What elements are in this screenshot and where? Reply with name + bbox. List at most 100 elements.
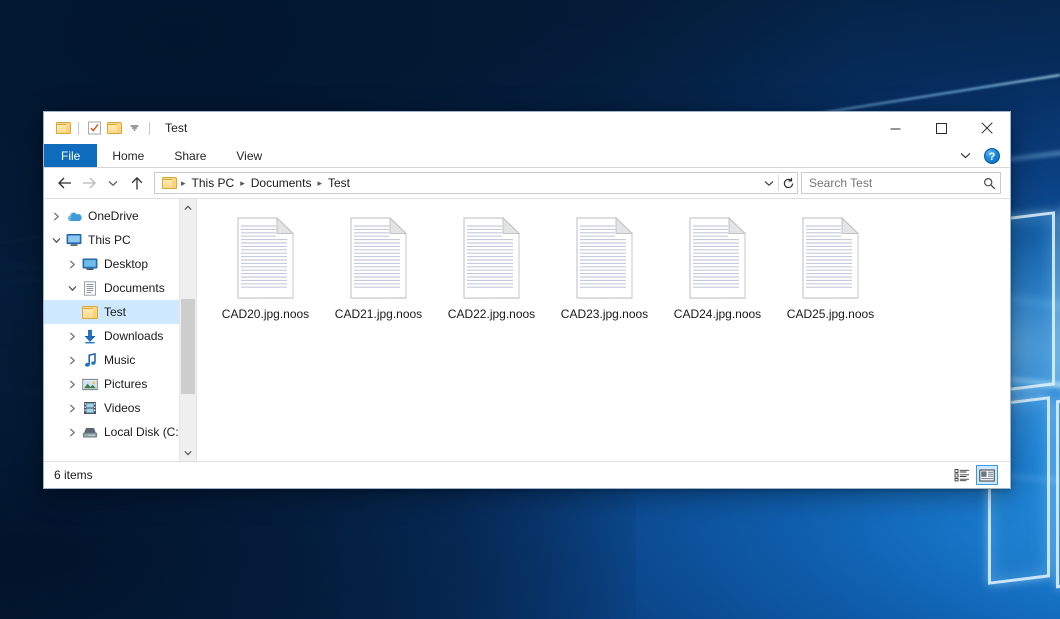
sidebar-item-documents[interactable]: Documents	[44, 276, 196, 300]
navigation-tree: OneDrive This PC	[44, 199, 196, 461]
file-item[interactable]: CAD20.jpg.noos	[209, 213, 322, 331]
chevron-down-icon[interactable]	[64, 276, 80, 300]
sidebar-item-onedrive[interactable]: OneDrive	[44, 204, 196, 228]
properties-icon[interactable]	[84, 112, 104, 144]
sidebar-item-desktop[interactable]: Desktop	[44, 252, 196, 276]
sidebar-item-music[interactable]: Music	[44, 348, 196, 372]
chevron-right-icon[interactable]	[64, 348, 80, 372]
breadcrumb-folder-icon[interactable]	[160, 177, 180, 189]
file-name-label: CAD22.jpg.noos	[446, 306, 537, 322]
this-pc-monitor-icon	[64, 228, 84, 252]
breadcrumb-test[interactable]: Test	[323, 174, 355, 192]
file-grid: CAD20.jpg.noos CAD21.jpg.noos CAD22.jpg.no…	[209, 213, 1010, 331]
sidebar-item-label: Desktop	[100, 257, 148, 271]
scroll-up-arrow-icon[interactable]	[180, 199, 196, 216]
address-bar-row: ▸ This PC ▸ Documents ▸ Test	[44, 168, 1010, 198]
ribbon-tab-bar: File Home Share View ?	[44, 144, 1010, 168]
address-bar-buttons	[760, 173, 797, 193]
qat-divider	[78, 122, 79, 135]
videos-film-icon	[80, 396, 100, 420]
forward-arrow-icon[interactable]	[77, 171, 101, 195]
sidebar-item-label: Pictures	[100, 377, 147, 391]
chevron-right-icon[interactable]	[64, 396, 80, 420]
qat-divider-2	[149, 122, 150, 135]
large-icons-view-icon[interactable]	[976, 465, 998, 485]
expand-ribbon-chevron-down-icon[interactable]	[954, 145, 976, 166]
file-name-label: CAD24.jpg.noos	[672, 306, 763, 322]
sidebar-item-label: Downloads	[100, 329, 163, 343]
system-menu-folder-icon[interactable]	[53, 112, 73, 144]
file-name-label: CAD20.jpg.noos	[220, 306, 311, 322]
maximize-button[interactable]	[918, 112, 964, 144]
file-name-label: CAD21.jpg.noos	[333, 306, 424, 322]
tab-share[interactable]: Share	[159, 144, 221, 167]
sidebar-item-this-pc[interactable]: This PC	[44, 228, 196, 252]
chevron-right-icon[interactable]	[64, 420, 80, 444]
tab-view[interactable]: View	[221, 144, 277, 167]
generic-document-icon	[571, 216, 639, 300]
desktop-icon	[80, 252, 100, 276]
minimize-button[interactable]	[872, 112, 918, 144]
file-item[interactable]: CAD21.jpg.noos	[322, 213, 435, 331]
sidebar-item-label: This PC	[84, 233, 131, 247]
chevron-right-icon[interactable]	[48, 204, 64, 228]
file-item[interactable]: CAD22.jpg.noos	[435, 213, 548, 331]
sidebar-item-local-disk-c[interactable]: Local Disk (C:)	[44, 420, 196, 444]
sidebar-item-test[interactable]: Test	[44, 300, 196, 324]
tab-file[interactable]: File	[44, 144, 97, 167]
chevron-right-icon[interactable]	[64, 324, 80, 348]
sidebar-item-pictures[interactable]: Pictures	[44, 372, 196, 396]
sidebar-item-label: Videos	[100, 401, 140, 415]
file-name-label: CAD25.jpg.noos	[785, 306, 876, 322]
onedrive-cloud-icon	[64, 204, 84, 228]
file-item[interactable]: CAD23.jpg.noos	[548, 213, 661, 331]
navigation-pane: OneDrive This PC	[44, 199, 196, 461]
pictures-icon	[80, 372, 100, 396]
folder-icon	[80, 300, 100, 324]
recent-locations-chevron-icon[interactable]	[101, 171, 125, 195]
navigation-scrollbar[interactable]	[179, 199, 196, 461]
details-view-icon[interactable]	[951, 465, 973, 485]
up-arrow-icon[interactable]	[125, 171, 149, 195]
sidebar-item-label: Documents	[100, 281, 165, 295]
sidebar-item-downloads[interactable]: Downloads	[44, 324, 196, 348]
sidebar-item-videos[interactable]: Videos	[44, 396, 196, 420]
chevron-right-icon[interactable]	[64, 252, 80, 276]
file-item[interactable]: CAD25.jpg.noos	[774, 213, 887, 331]
generic-document-icon	[232, 216, 300, 300]
quick-access-toolbar	[44, 112, 155, 144]
ribbon-right-controls: ?	[954, 144, 1006, 167]
item-count-label: 6 items	[54, 468, 93, 482]
chevron-right-icon[interactable]	[64, 372, 80, 396]
search-input[interactable]: Search Test	[802, 176, 978, 190]
documents-icon	[80, 276, 100, 300]
explorer-body: OneDrive This PC	[44, 198, 1010, 461]
address-dropdown-chevron-down-icon[interactable]	[760, 173, 778, 193]
help-icon[interactable]: ?	[984, 148, 1000, 164]
file-name-label: CAD23.jpg.noos	[559, 306, 650, 322]
music-note-icon	[80, 348, 100, 372]
title-bar[interactable]: Test	[44, 112, 1010, 144]
scroll-down-arrow-icon[interactable]	[180, 444, 196, 461]
search-box[interactable]: Search Test	[801, 172, 1001, 194]
customize-quick-access-chevron-icon[interactable]	[124, 112, 144, 144]
downloads-arrow-icon	[80, 324, 100, 348]
hard-disk-icon	[80, 420, 100, 444]
refresh-icon[interactable]	[779, 173, 797, 193]
scrollbar-thumb[interactable]	[181, 299, 195, 394]
file-list-view[interactable]: CAD20.jpg.noos CAD21.jpg.noos CAD22.jpg.no…	[197, 199, 1010, 461]
chevron-down-icon[interactable]	[48, 228, 64, 252]
back-arrow-icon[interactable]	[53, 171, 77, 195]
search-icon[interactable]	[978, 177, 1000, 190]
window-title: Test	[165, 121, 187, 135]
file-item[interactable]: CAD24.jpg.noos	[661, 213, 774, 331]
tab-home[interactable]: Home	[97, 144, 159, 167]
close-button[interactable]	[964, 112, 1010, 144]
sidebar-item-label: Test	[100, 305, 126, 319]
generic-document-icon	[345, 216, 413, 300]
address-bar[interactable]: ▸ This PC ▸ Documents ▸ Test	[154, 172, 798, 194]
breadcrumb-documents[interactable]: Documents	[246, 174, 317, 192]
new-folder-icon[interactable]	[104, 112, 124, 144]
breadcrumb-this-pc[interactable]: This PC	[187, 174, 240, 192]
generic-document-icon	[684, 216, 752, 300]
